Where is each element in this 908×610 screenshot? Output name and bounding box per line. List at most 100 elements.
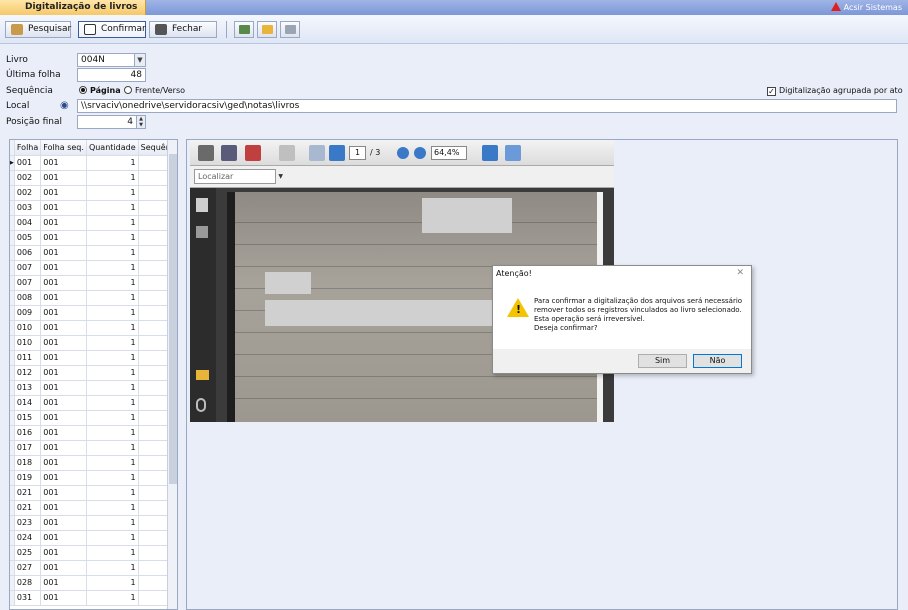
livro-combobox[interactable]: 004N ▼ bbox=[77, 53, 146, 67]
table-cell[interactable]: 025 bbox=[14, 545, 42, 561]
table-cell[interactable]: 1 bbox=[86, 560, 139, 576]
table-cell[interactable]: 001 bbox=[40, 440, 87, 456]
table-row[interactable]: 014001117 bbox=[10, 395, 177, 411]
table-cell[interactable]: 001 bbox=[40, 515, 87, 531]
table-cell[interactable]: 021 bbox=[14, 485, 42, 501]
table-row[interactable]: 017001120 bbox=[10, 440, 177, 456]
table-row[interactable]: 018001121 bbox=[10, 455, 177, 471]
table-cell[interactable]: 1 bbox=[86, 410, 139, 426]
local-path-field[interactable]: \\srvaciv\onedrive\servidoracsiv\ged\not… bbox=[77, 99, 897, 113]
table-row[interactable]: 012001115 bbox=[10, 365, 177, 381]
radio-frente-verso[interactable]: Frente/Verso bbox=[124, 86, 185, 95]
pages-icon[interactable] bbox=[196, 198, 208, 212]
page-number-input[interactable]: 1 bbox=[349, 146, 366, 160]
grid-scrollbar[interactable] bbox=[167, 140, 177, 609]
table-row[interactable]: 027001128 bbox=[10, 560, 177, 576]
table-cell[interactable]: 006 bbox=[14, 245, 42, 261]
window-title-tab[interactable]: Digitalização de livros bbox=[0, 0, 146, 15]
table-cell[interactable]: 001 bbox=[40, 320, 87, 336]
table-cell[interactable]: 001 bbox=[40, 260, 87, 276]
table-cell[interactable]: 001 bbox=[40, 365, 87, 381]
zoom-field[interactable]: 64,4% bbox=[431, 146, 467, 160]
table-cell[interactable]: 001 bbox=[40, 410, 87, 426]
table-row[interactable]: 023001125 bbox=[10, 515, 177, 531]
chevron-down-icon[interactable]: ▼ bbox=[278, 170, 283, 183]
table-cell[interactable]: 002 bbox=[14, 185, 42, 201]
table-row[interactable]: 009001111 bbox=[10, 305, 177, 321]
no-button[interactable]: Não bbox=[693, 354, 742, 368]
export-icon[interactable] bbox=[245, 145, 261, 161]
table-cell[interactable]: 1 bbox=[86, 245, 139, 261]
table-cell[interactable]: 016 bbox=[14, 425, 42, 441]
table-cell[interactable]: 012 bbox=[14, 365, 42, 381]
table-cell[interactable]: 1 bbox=[86, 470, 139, 486]
fit-page-icon[interactable] bbox=[482, 145, 498, 161]
arrow-down-icon[interactable] bbox=[329, 145, 345, 161]
table-cell[interactable]: 013 bbox=[14, 380, 42, 396]
agrupada-checkbox[interactable]: ✓ Digitalização agrupada por ato bbox=[767, 86, 903, 96]
table-cell[interactable]: 019 bbox=[14, 470, 42, 486]
table-cell[interactable]: 1 bbox=[86, 395, 139, 411]
table-row[interactable]: 00300114 bbox=[10, 200, 177, 216]
table-cell[interactable]: 1 bbox=[86, 320, 139, 336]
zoom-in-icon[interactable] bbox=[414, 147, 426, 159]
table-cell[interactable]: 001 bbox=[14, 155, 42, 171]
table-cell[interactable]: 015 bbox=[14, 410, 42, 426]
table-cell[interactable]: 001 bbox=[40, 350, 87, 366]
table-cell[interactable]: 011 bbox=[14, 350, 42, 366]
table-cell[interactable]: 001 bbox=[40, 530, 87, 546]
binoculars-icon[interactable]: ◉ bbox=[60, 100, 69, 111]
table-cell[interactable]: 010 bbox=[14, 320, 42, 336]
table-cell[interactable]: 008 bbox=[14, 290, 42, 306]
table-cell[interactable]: 027 bbox=[14, 560, 42, 576]
open-folder-button[interactable] bbox=[257, 21, 277, 38]
table-cell[interactable]: 001 bbox=[40, 155, 87, 171]
table-cell[interactable]: 001 bbox=[40, 215, 87, 231]
bookmark-icon[interactable] bbox=[196, 226, 208, 238]
table-row[interactable]: 00500116 bbox=[10, 230, 177, 246]
table-cell[interactable]: 007 bbox=[14, 260, 42, 276]
table-row[interactable]: 021001124 bbox=[10, 500, 177, 516]
table-cell[interactable]: 001 bbox=[40, 230, 87, 246]
table-cell[interactable]: 001 bbox=[40, 590, 87, 606]
table-cell[interactable]: 1 bbox=[86, 185, 139, 201]
table-cell[interactable]: 001 bbox=[40, 305, 87, 321]
table-row[interactable]: 010001113 bbox=[10, 335, 177, 351]
table-cell[interactable]: 1 bbox=[86, 215, 139, 231]
table-cell[interactable]: 001 bbox=[40, 275, 87, 291]
table-cell[interactable]: 001 bbox=[40, 395, 87, 411]
table-cell[interactable]: 1 bbox=[86, 170, 139, 186]
column-header[interactable]: Quantidade bbox=[86, 140, 139, 156]
table-cell[interactable]: 023 bbox=[14, 515, 42, 531]
table-cell[interactable]: 004 bbox=[14, 215, 42, 231]
table-cell[interactable]: 001 bbox=[40, 500, 87, 516]
table-cell[interactable]: 1 bbox=[86, 380, 139, 396]
table-cell[interactable]: 1 bbox=[86, 335, 139, 351]
yes-button[interactable]: Sim bbox=[638, 354, 687, 368]
table-row[interactable]: 00700119 bbox=[10, 275, 177, 291]
confirm-button[interactable]: Confirmar bbox=[78, 21, 146, 38]
table-row[interactable]: 028001129 bbox=[10, 575, 177, 591]
table-cell[interactable]: 009 bbox=[14, 305, 42, 321]
table-cell[interactable]: 1 bbox=[86, 440, 139, 456]
table-cell[interactable]: 1 bbox=[86, 365, 139, 381]
table-cell[interactable]: 1 bbox=[86, 485, 139, 501]
table-cell[interactable]: 031 bbox=[14, 590, 42, 606]
pdf-search-input[interactable]: Localizar ▼ bbox=[194, 169, 283, 184]
table-row[interactable]: 011001114 bbox=[10, 350, 177, 366]
table-cell[interactable]: 1 bbox=[86, 230, 139, 246]
comments-icon[interactable] bbox=[196, 370, 209, 380]
close-icon[interactable]: ✕ bbox=[736, 268, 744, 278]
attachment-icon[interactable] bbox=[196, 398, 206, 412]
table-cell[interactable]: 028 bbox=[14, 575, 42, 591]
stepper-arrows-icon[interactable]: ▲ ▼ bbox=[136, 116, 145, 128]
save-icon[interactable] bbox=[221, 145, 237, 161]
table-cell[interactable]: 001 bbox=[40, 485, 87, 501]
navigation-icon[interactable] bbox=[279, 145, 295, 161]
scanner-button[interactable] bbox=[234, 21, 254, 38]
table-row[interactable]: 010001112 bbox=[10, 320, 177, 336]
fullscreen-icon[interactable] bbox=[505, 145, 521, 161]
table-cell[interactable]: 018 bbox=[14, 455, 42, 471]
table-row[interactable]: 00700118 bbox=[10, 260, 177, 276]
table-row[interactable]: 013001116 bbox=[10, 380, 177, 396]
